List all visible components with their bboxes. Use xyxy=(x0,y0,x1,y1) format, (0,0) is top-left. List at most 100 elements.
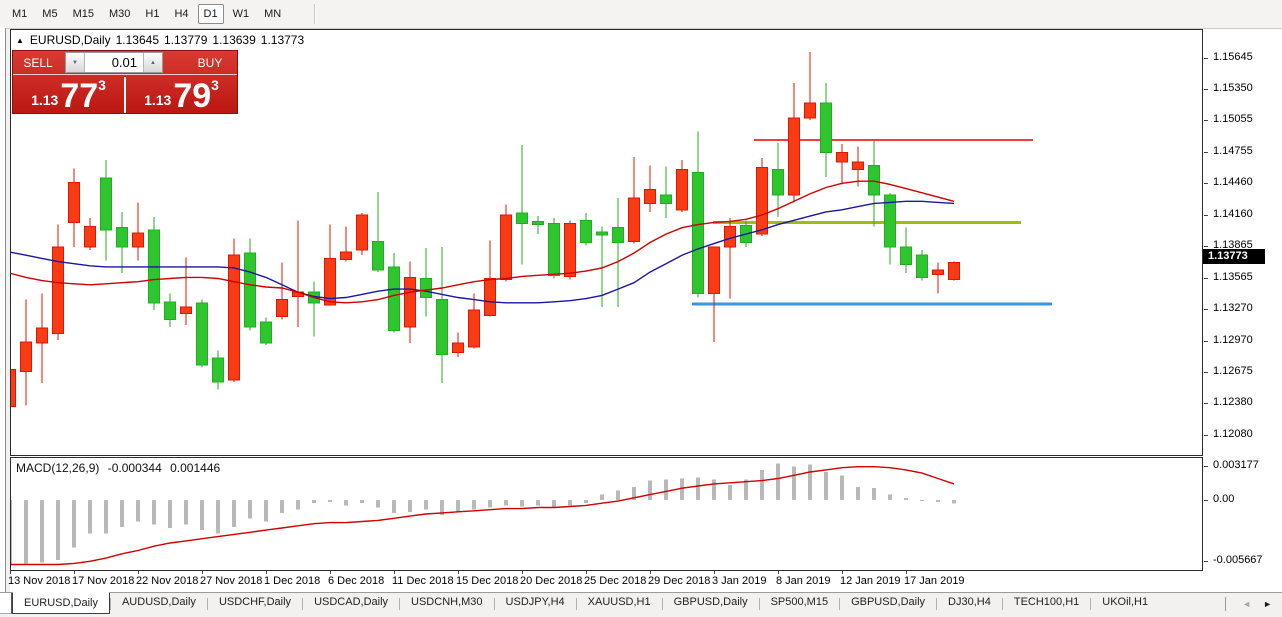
candle-body xyxy=(581,220,592,242)
chart-symbol-label: EURUSD,Daily xyxy=(30,33,111,47)
candle-body xyxy=(389,267,400,330)
price-tick-label: 1.12970 xyxy=(1213,334,1253,346)
chart-tab-dj30-h4[interactable]: DJ30,H4 xyxy=(937,593,1002,614)
price-tick-label: 1.15350 xyxy=(1213,82,1253,94)
candle-body xyxy=(949,263,960,280)
chart-tab-ukoil-h1[interactable]: UKOil,H1 xyxy=(1091,593,1159,614)
volume-increase-icon[interactable]: ▲ xyxy=(143,53,162,72)
date-label: 6 Dec 2018 xyxy=(328,575,384,587)
macd-histogram-bar xyxy=(424,500,428,510)
macd-tick-label: 0.00 xyxy=(1213,493,1234,505)
volume-decrease-icon[interactable]: ▼ xyxy=(66,53,85,72)
price-tick-label: 1.14755 xyxy=(1213,145,1253,157)
candle-body xyxy=(805,103,816,118)
candle-body xyxy=(453,343,464,353)
date-label: 22 Nov 2018 xyxy=(136,575,198,587)
timeframe-button-m30[interactable]: M30 xyxy=(103,4,136,24)
date-label: 27 Nov 2018 xyxy=(200,575,262,587)
sell-button[interactable]: SELL xyxy=(13,51,63,74)
macd-histogram-bar xyxy=(216,500,220,533)
timeframe-button-h4[interactable]: H4 xyxy=(168,4,194,24)
candle-body xyxy=(917,255,928,277)
date-label: 15 Dec 2018 xyxy=(456,575,518,587)
chart-tab-gbpusd-daily[interactable]: GBPUSD,Daily xyxy=(663,593,759,614)
date-label: 25 Dec 2018 xyxy=(584,575,646,587)
macd-signal-value: 0.001446 xyxy=(170,461,220,475)
macd-histogram-bar xyxy=(744,480,748,500)
macd-histogram-bar xyxy=(264,500,268,522)
timeframe-button-m1[interactable]: M1 xyxy=(6,4,33,24)
macd-histogram-bar xyxy=(408,500,412,512)
candle-body xyxy=(213,358,224,382)
timeframe-button-w1[interactable]: W1 xyxy=(227,4,256,24)
candle-body xyxy=(37,328,48,343)
candle-body xyxy=(181,307,192,313)
candle-body xyxy=(901,247,912,265)
chart-tab-audusd-daily[interactable]: AUDUSD,Daily xyxy=(111,593,207,614)
candle-body xyxy=(69,182,80,222)
ohlc-open: 1.13645 xyxy=(116,33,159,47)
timeframe-button-d1[interactable]: D1 xyxy=(198,4,224,24)
price-tick xyxy=(1204,435,1208,436)
date-label: 17 Jan 2019 xyxy=(904,575,965,587)
timeframe-button-h1[interactable]: H1 xyxy=(139,4,165,24)
tab-scroll-right-icon[interactable]: ► xyxy=(1263,599,1272,609)
price-tick xyxy=(1204,341,1208,342)
macd-histogram-bar xyxy=(312,500,316,503)
sell-price-sup: 3 xyxy=(98,77,106,93)
price-tick xyxy=(1204,58,1208,59)
buy-price-big: 79 xyxy=(173,80,211,112)
macd-histogram-bar xyxy=(488,500,492,508)
candle-body xyxy=(661,195,672,203)
macd-histogram-bar xyxy=(104,500,108,533)
macd-histogram-bar xyxy=(600,495,604,500)
macd-histogram-bar xyxy=(11,500,12,565)
chart-tab-sp500-m15[interactable]: SP500,M15 xyxy=(760,593,839,614)
candle-body xyxy=(629,198,640,241)
candle-body xyxy=(869,165,880,195)
tab-scroll-left-icon[interactable]: ◄ xyxy=(1242,599,1251,609)
macd-histogram-bar xyxy=(680,478,684,500)
macd-histogram-bar xyxy=(696,477,700,500)
date-label: 13 Nov 2018 xyxy=(8,575,70,587)
sell-price[interactable]: 1.13 77 3 xyxy=(13,75,124,115)
price-tick-label: 1.12380 xyxy=(1213,396,1253,408)
date-tick xyxy=(522,571,523,574)
macd-histogram-bar xyxy=(808,465,812,500)
price-tick-label: 1.12675 xyxy=(1213,365,1253,377)
buy-price[interactable]: 1.13 79 3 xyxy=(126,75,237,115)
timeframe-button-m15[interactable]: M15 xyxy=(67,4,100,24)
timeframe-buttons: M1M5M15M30H1H4D1W1MN xyxy=(6,4,290,24)
date-label: 20 Dec 2018 xyxy=(520,575,582,587)
price-tick xyxy=(1204,152,1208,153)
collapse-arrow-icon[interactable]: ▲ xyxy=(16,36,24,45)
chart-tab-gbpusd-daily[interactable]: GBPUSD,Daily xyxy=(840,593,936,614)
chart-tab-usdcad-daily[interactable]: USDCAD,Daily xyxy=(303,593,399,614)
chart-tab-tech100-h1[interactable]: TECH100,H1 xyxy=(1003,593,1090,614)
candle-body xyxy=(709,247,720,294)
macd-histogram-bar xyxy=(472,500,476,510)
macd-histogram-bar xyxy=(40,500,44,562)
volume-value[interactable]: 0.01 xyxy=(85,53,143,72)
candle-body xyxy=(597,232,608,235)
timeframe-button-mn[interactable]: MN xyxy=(258,4,287,24)
tab-scroll-controls: ◄ ► xyxy=(1225,593,1278,614)
price-tick-label: 1.14160 xyxy=(1213,208,1253,220)
candle-body xyxy=(197,303,208,365)
macd-histogram-bar xyxy=(552,500,556,508)
chart-tab-usdjpy-h4[interactable]: USDJPY,H4 xyxy=(495,593,576,614)
macd-histogram-bar xyxy=(664,480,668,500)
macd-histogram-bar xyxy=(248,500,252,518)
chart-tab-xauusd-h1[interactable]: XAUUSD,H1 xyxy=(577,593,662,614)
timeframe-toolbar: M1M5M15M30H1H4D1W1MN xyxy=(0,0,1282,29)
candle-body xyxy=(837,153,848,163)
chart-tab-usdchf-daily[interactable]: USDCHF,Daily xyxy=(208,593,302,614)
timeframe-button-m5[interactable]: M5 xyxy=(36,4,63,24)
macd-histogram-bar xyxy=(232,500,236,527)
chart-tab-usdcnh-m30[interactable]: USDCNH,M30 xyxy=(400,593,494,614)
buy-button[interactable]: BUY xyxy=(183,51,237,74)
price-tick-label: 1.15645 xyxy=(1213,51,1253,63)
chart-tab-eurusd-daily[interactable]: EURUSD,Daily xyxy=(12,592,110,614)
macd-histogram-bar xyxy=(904,498,908,500)
macd-histogram-bar xyxy=(776,463,780,500)
